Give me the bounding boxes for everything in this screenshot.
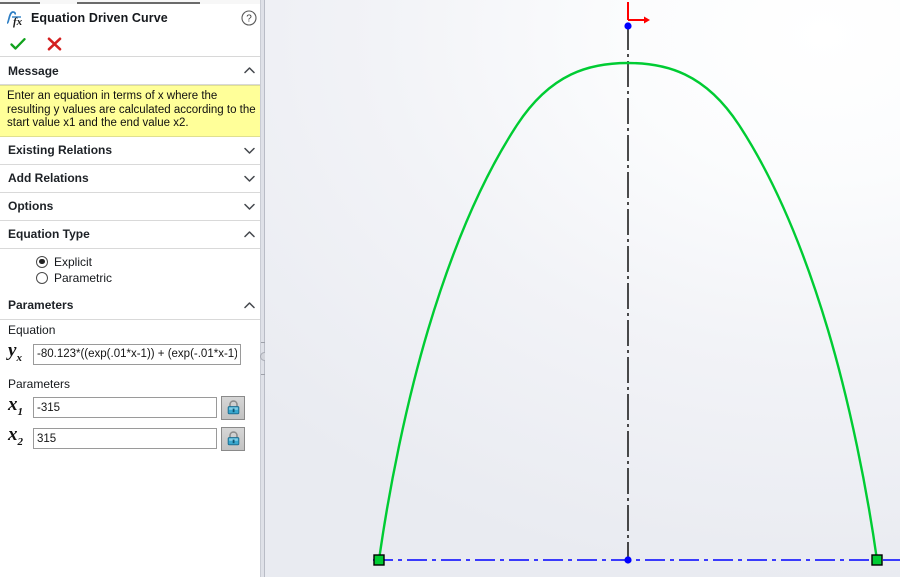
radio-parametric[interactable]: Parametric bbox=[0, 270, 265, 286]
chevron-up-icon bbox=[243, 228, 256, 241]
origin-point[interactable] bbox=[624, 22, 632, 30]
equation-input[interactable] bbox=[33, 343, 241, 365]
accept-check-icon[interactable] bbox=[6, 34, 30, 54]
equation-row: yx bbox=[0, 339, 265, 370]
confirm-toolbar bbox=[0, 31, 265, 57]
section-header-existing-relations[interactable]: Existing Relations bbox=[0, 136, 265, 165]
padlock-closed-icon-x2[interactable] bbox=[221, 426, 245, 451]
cancel-x-icon[interactable] bbox=[42, 34, 66, 54]
x2-label: x2 bbox=[8, 424, 23, 449]
radio-explicit[interactable]: Explicit bbox=[0, 254, 265, 270]
x1-input[interactable] bbox=[33, 397, 217, 419]
x2-input[interactable] bbox=[33, 428, 217, 450]
sketch-canvas bbox=[373, 2, 900, 566]
graphics-area[interactable] bbox=[265, 0, 900, 577]
x1-label: x1 bbox=[8, 393, 23, 418]
message-text: Enter an equation in terms of x where th… bbox=[0, 85, 265, 137]
property-manager-panel: fx Equation Driven Curve ? Message Enter… bbox=[0, 0, 269, 577]
section-header-parameters[interactable]: Parameters bbox=[0, 291, 265, 320]
svg-text:?: ? bbox=[246, 13, 252, 24]
curve-endpoint-handle-left[interactable] bbox=[373, 554, 385, 566]
parameter-row-x2: x2 bbox=[0, 423, 265, 454]
radio-label: Explicit bbox=[54, 254, 93, 269]
chevron-down-icon bbox=[243, 144, 256, 157]
section-label: Add Relations bbox=[8, 171, 89, 186]
y-of-x-label: yx bbox=[8, 339, 22, 364]
section-label: Equation Type bbox=[8, 227, 90, 242]
panel-title-bar: fx Equation Driven Curve ? bbox=[0, 4, 265, 31]
curve-endpoint-handle-right[interactable] bbox=[871, 554, 883, 566]
radio-label: Parametric bbox=[54, 270, 113, 285]
chevron-up-icon bbox=[243, 64, 256, 77]
section-header-add-relations[interactable]: Add Relations bbox=[0, 164, 265, 193]
parameters-group-label: Parameters bbox=[8, 376, 71, 391]
section-label: Options bbox=[8, 199, 54, 214]
section-label: Message bbox=[8, 63, 59, 78]
parameter-row-x1: x1 bbox=[0, 393, 265, 424]
equation-type-body: Explicit Parametric bbox=[0, 253, 265, 292]
section-label: Parameters bbox=[8, 298, 74, 313]
radio-indicator bbox=[36, 271, 48, 284]
parameters-body: Equation yx Parameters x1 bbox=[0, 319, 265, 455]
midpoint-dot[interactable] bbox=[624, 556, 632, 564]
section-label: Existing Relations bbox=[8, 143, 113, 158]
chevron-down-icon bbox=[243, 172, 256, 185]
solidworks-window: fx Equation Driven Curve ? Message Enter… bbox=[0, 0, 900, 577]
function-fx-icon: fx bbox=[5, 8, 27, 28]
chevron-up-icon bbox=[243, 299, 256, 312]
page-title: Equation Driven Curve bbox=[31, 10, 168, 25]
padlock-closed-icon-x1[interactable] bbox=[221, 395, 245, 420]
section-header-options[interactable]: Options bbox=[0, 192, 265, 221]
origin-marker[interactable] bbox=[627, 2, 650, 24]
radio-indicator bbox=[36, 255, 48, 268]
chevron-down-icon bbox=[243, 200, 256, 213]
section-header-equation-type[interactable]: Equation Type bbox=[0, 220, 265, 249]
svg-text:fx: fx bbox=[13, 16, 23, 28]
equation-group-label: Equation bbox=[8, 322, 56, 337]
help-question-icon[interactable]: ? bbox=[241, 9, 257, 26]
section-header-message[interactable]: Message bbox=[0, 57, 265, 85]
